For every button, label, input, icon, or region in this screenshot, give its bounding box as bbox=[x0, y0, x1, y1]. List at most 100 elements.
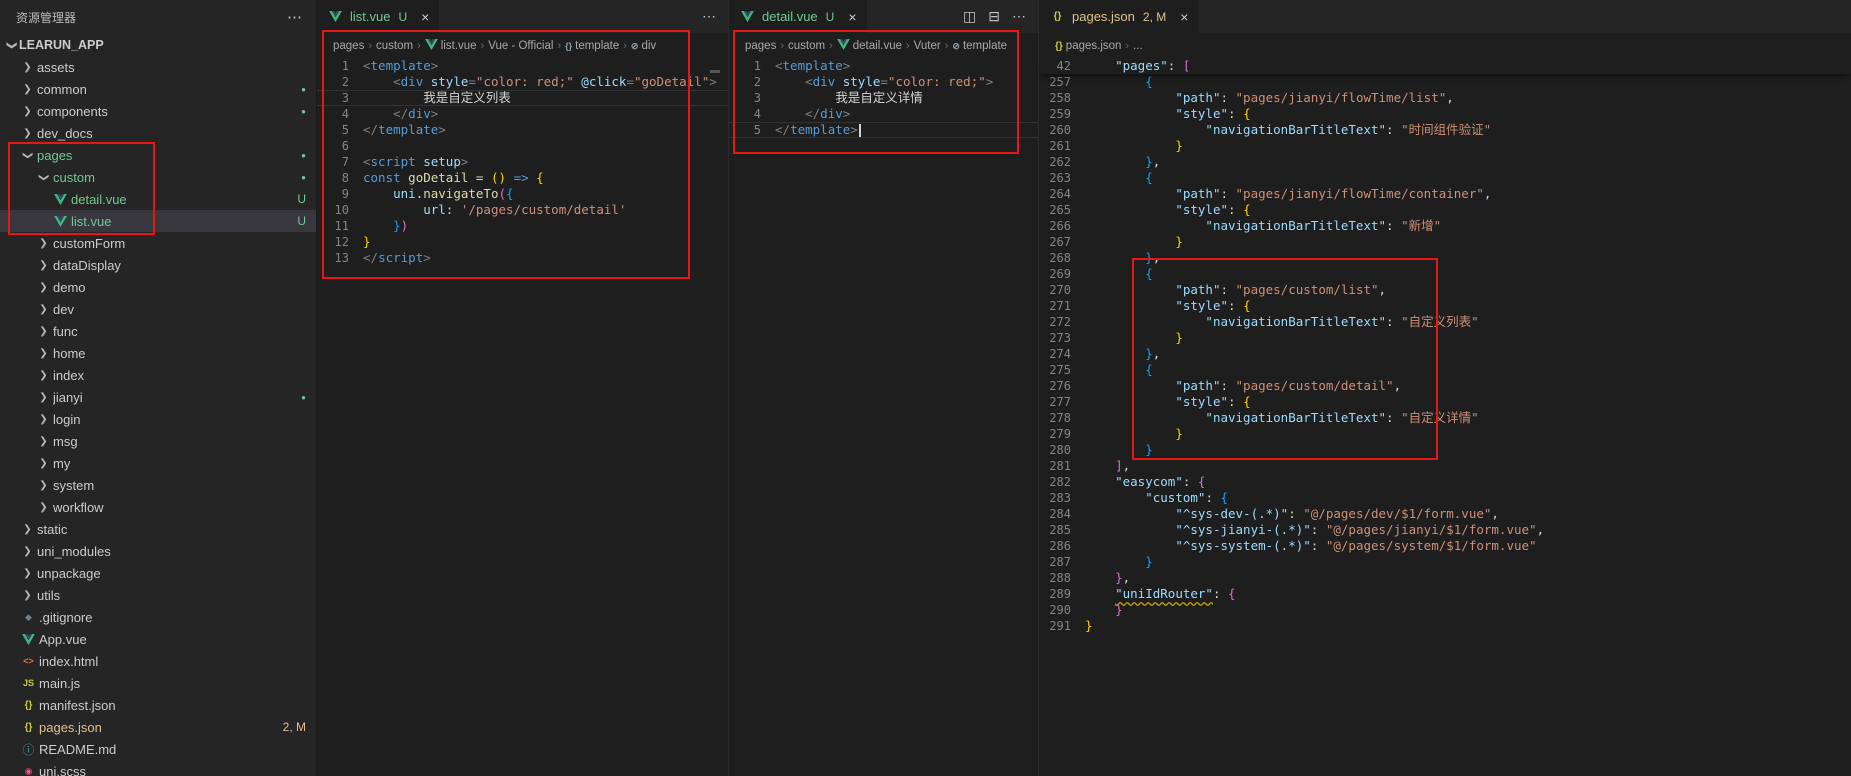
tree-item-msg[interactable]: ❯msg bbox=[0, 430, 316, 452]
tree-item-utils[interactable]: ❯utils bbox=[0, 584, 316, 606]
code-line[interactable]: 263 { bbox=[1039, 170, 1851, 186]
code-line[interactable]: 274 }, bbox=[1039, 346, 1851, 362]
code-line[interactable]: 259 "style": { bbox=[1039, 106, 1851, 122]
code-line[interactable]: 287 } bbox=[1039, 554, 1851, 570]
tree-item-list.vue[interactable]: list.vueU bbox=[0, 210, 316, 232]
code-line[interactable]: 280 } bbox=[1039, 442, 1851, 458]
tree-item-App.vue[interactable]: App.vue bbox=[0, 628, 316, 650]
tree-item-README.md[interactable]: ⓘREADME.md bbox=[0, 738, 316, 760]
code-line[interactable]: 6 bbox=[317, 138, 728, 154]
code-line[interactable]: 283 "custom": { bbox=[1039, 490, 1851, 506]
close-icon[interactable]: × bbox=[421, 10, 429, 24]
code-line[interactable]: 276 "path": "pages/custom/detail", bbox=[1039, 378, 1851, 394]
close-icon[interactable]: × bbox=[1180, 10, 1188, 24]
close-icon[interactable]: × bbox=[848, 10, 856, 24]
breadcrumb-item[interactable]: custom bbox=[376, 40, 413, 52]
breadcrumb-item[interactable]: ⊘div bbox=[631, 40, 656, 52]
code-line[interactable]: 271 "style": { bbox=[1039, 298, 1851, 314]
tree-item-index[interactable]: ❯index bbox=[0, 364, 316, 386]
code-line[interactable]: 289 "uniIdRouter": { bbox=[1039, 586, 1851, 602]
code-line[interactable]: 8const goDetail = () => { bbox=[317, 170, 728, 186]
tree-item-index.html[interactable]: <>index.html bbox=[0, 650, 316, 672]
code-line[interactable]: 1<template> bbox=[317, 58, 728, 74]
sticky-scroll-line[interactable]: 42 "pages": [ bbox=[1039, 58, 1851, 74]
tree-item-manifest.json[interactable]: {}manifest.json bbox=[0, 694, 316, 716]
tab-list.vue[interactable]: list.vueU× bbox=[317, 0, 440, 33]
code-editor[interactable]: 1<template>2 <div style="color: red;">3 … bbox=[729, 58, 1038, 138]
tree-item-common[interactable]: ❯common● bbox=[0, 78, 316, 100]
tree-item-login[interactable]: ❯login bbox=[0, 408, 316, 430]
more-actions-icon[interactable]: ⋯ bbox=[1012, 8, 1026, 25]
tree-item-main.js[interactable]: JSmain.js bbox=[0, 672, 316, 694]
tree-item-uni.scss[interactable]: ◉uni.scss bbox=[0, 760, 316, 776]
tree-item-system[interactable]: ❯system bbox=[0, 474, 316, 496]
code-line[interactable]: 266 "navigationBarTitleText": "新增" bbox=[1039, 218, 1851, 234]
tree-item-static[interactable]: ❯static bbox=[0, 518, 316, 540]
code-line[interactable]: 2 <div style="color: red;" @click="goDet… bbox=[317, 74, 728, 90]
tree-root[interactable]: ❯ LEARUN_APP bbox=[0, 34, 316, 56]
code-line[interactable]: 282 "easycom": { bbox=[1039, 474, 1851, 490]
code-line[interactable]: 277 "style": { bbox=[1039, 394, 1851, 410]
code-line[interactable]: 291} bbox=[1039, 618, 1851, 634]
tree-item-dataDisplay[interactable]: ❯dataDisplay bbox=[0, 254, 316, 276]
code-line[interactable]: 13</script> bbox=[317, 250, 728, 266]
code-line[interactable]: 1<template> bbox=[729, 58, 1038, 74]
code-editor[interactable]: 1<template>2 <div style="color: red;" @c… bbox=[317, 58, 728, 266]
breadcrumb-item[interactable]: pages bbox=[333, 40, 364, 52]
code-line[interactable]: 275 { bbox=[1039, 362, 1851, 378]
breadcrumb-item[interactable]: Vuter bbox=[914, 40, 941, 52]
code-line[interactable]: 4 </div> bbox=[729, 106, 1038, 122]
code-line[interactable]: 11 }) bbox=[317, 218, 728, 234]
breadcrumb-item[interactable]: list.vue bbox=[425, 39, 477, 53]
code-line[interactable]: 278 "navigationBarTitleText": "自定义详情" bbox=[1039, 410, 1851, 426]
code-line[interactable]: 10 url: '/pages/custom/detail' bbox=[317, 202, 728, 218]
code-line[interactable]: 267 } bbox=[1039, 234, 1851, 250]
tree-item-jianyi[interactable]: ❯jianyi● bbox=[0, 386, 316, 408]
tree-item-pages.json[interactable]: {}pages.json2, M bbox=[0, 716, 316, 738]
breadcrumb-item[interactable]: custom bbox=[788, 40, 825, 52]
code-line[interactable]: 261 } bbox=[1039, 138, 1851, 154]
tab-detail.vue[interactable]: detail.vueU× bbox=[729, 0, 868, 33]
tree-item-uni_modules[interactable]: ❯uni_modules bbox=[0, 540, 316, 562]
code-line[interactable]: 5</template> bbox=[729, 122, 1038, 138]
code-line[interactable]: 273 } bbox=[1039, 330, 1851, 346]
code-line[interactable]: 3 我是自定义列表 bbox=[317, 90, 728, 106]
tree-item-components[interactable]: ❯components● bbox=[0, 100, 316, 122]
split-editor-icon[interactable]: ◫ bbox=[963, 8, 976, 25]
code-line[interactable]: 12} bbox=[317, 234, 728, 250]
views-and-more-actions-icon[interactable]: ⋯ bbox=[287, 8, 302, 26]
tree-item-my[interactable]: ❯my bbox=[0, 452, 316, 474]
code-line[interactable]: 281 ], bbox=[1039, 458, 1851, 474]
tree-item-customForm[interactable]: ❯customForm bbox=[0, 232, 316, 254]
more-actions-icon[interactable]: ⋯ bbox=[702, 8, 716, 25]
code-line[interactable]: 262 }, bbox=[1039, 154, 1851, 170]
code-line[interactable]: 4 </div> bbox=[317, 106, 728, 122]
tree-item-dev_docs[interactable]: ❯dev_docs bbox=[0, 122, 316, 144]
code-line[interactable]: 288 }, bbox=[1039, 570, 1851, 586]
tree-item-unpackage[interactable]: ❯unpackage bbox=[0, 562, 316, 584]
code-line[interactable]: 257 { bbox=[1039, 74, 1851, 90]
breadcrumb-item[interactable]: {}template bbox=[565, 40, 619, 52]
code-line[interactable]: 279 } bbox=[1039, 426, 1851, 442]
code-line[interactable]: 5</template> bbox=[317, 122, 728, 138]
code-line[interactable]: 269 { bbox=[1039, 266, 1851, 282]
tree-item-demo[interactable]: ❯demo bbox=[0, 276, 316, 298]
code-line[interactable]: 290 } bbox=[1039, 602, 1851, 618]
code-line[interactable]: 260 "navigationBarTitleText": "时间组件验证" bbox=[1039, 122, 1851, 138]
tree-item-workflow[interactable]: ❯workflow bbox=[0, 496, 316, 518]
code-line[interactable]: 258 "path": "pages/jianyi/flowTime/list"… bbox=[1039, 90, 1851, 106]
code-line[interactable]: 2 <div style="color: red;"> bbox=[729, 74, 1038, 90]
breadcrumb-item[interactable]: {}pages.json bbox=[1055, 40, 1121, 52]
tree-item-assets[interactable]: ❯assets bbox=[0, 56, 316, 78]
breadcrumb-item[interactable]: ⊘template bbox=[952, 40, 1007, 52]
tree-item-detail.vue[interactable]: detail.vueU bbox=[0, 188, 316, 210]
toggle-layout-icon[interactable]: ⊟ bbox=[988, 8, 1000, 25]
code-line[interactable]: 3 我是自定义详情 bbox=[729, 90, 1038, 106]
code-line[interactable]: 270 "path": "pages/custom/list", bbox=[1039, 282, 1851, 298]
code-line[interactable]: 272 "navigationBarTitleText": "自定义列表" bbox=[1039, 314, 1851, 330]
tree-item-home[interactable]: ❯home bbox=[0, 342, 316, 364]
code-line[interactable]: 7<script setup> bbox=[317, 154, 728, 170]
code-line[interactable]: 286 "^sys-system-(.*)": "@/pages/system/… bbox=[1039, 538, 1851, 554]
breadcrumb-item[interactable]: detail.vue bbox=[837, 39, 902, 53]
code-line[interactable]: 265 "style": { bbox=[1039, 202, 1851, 218]
